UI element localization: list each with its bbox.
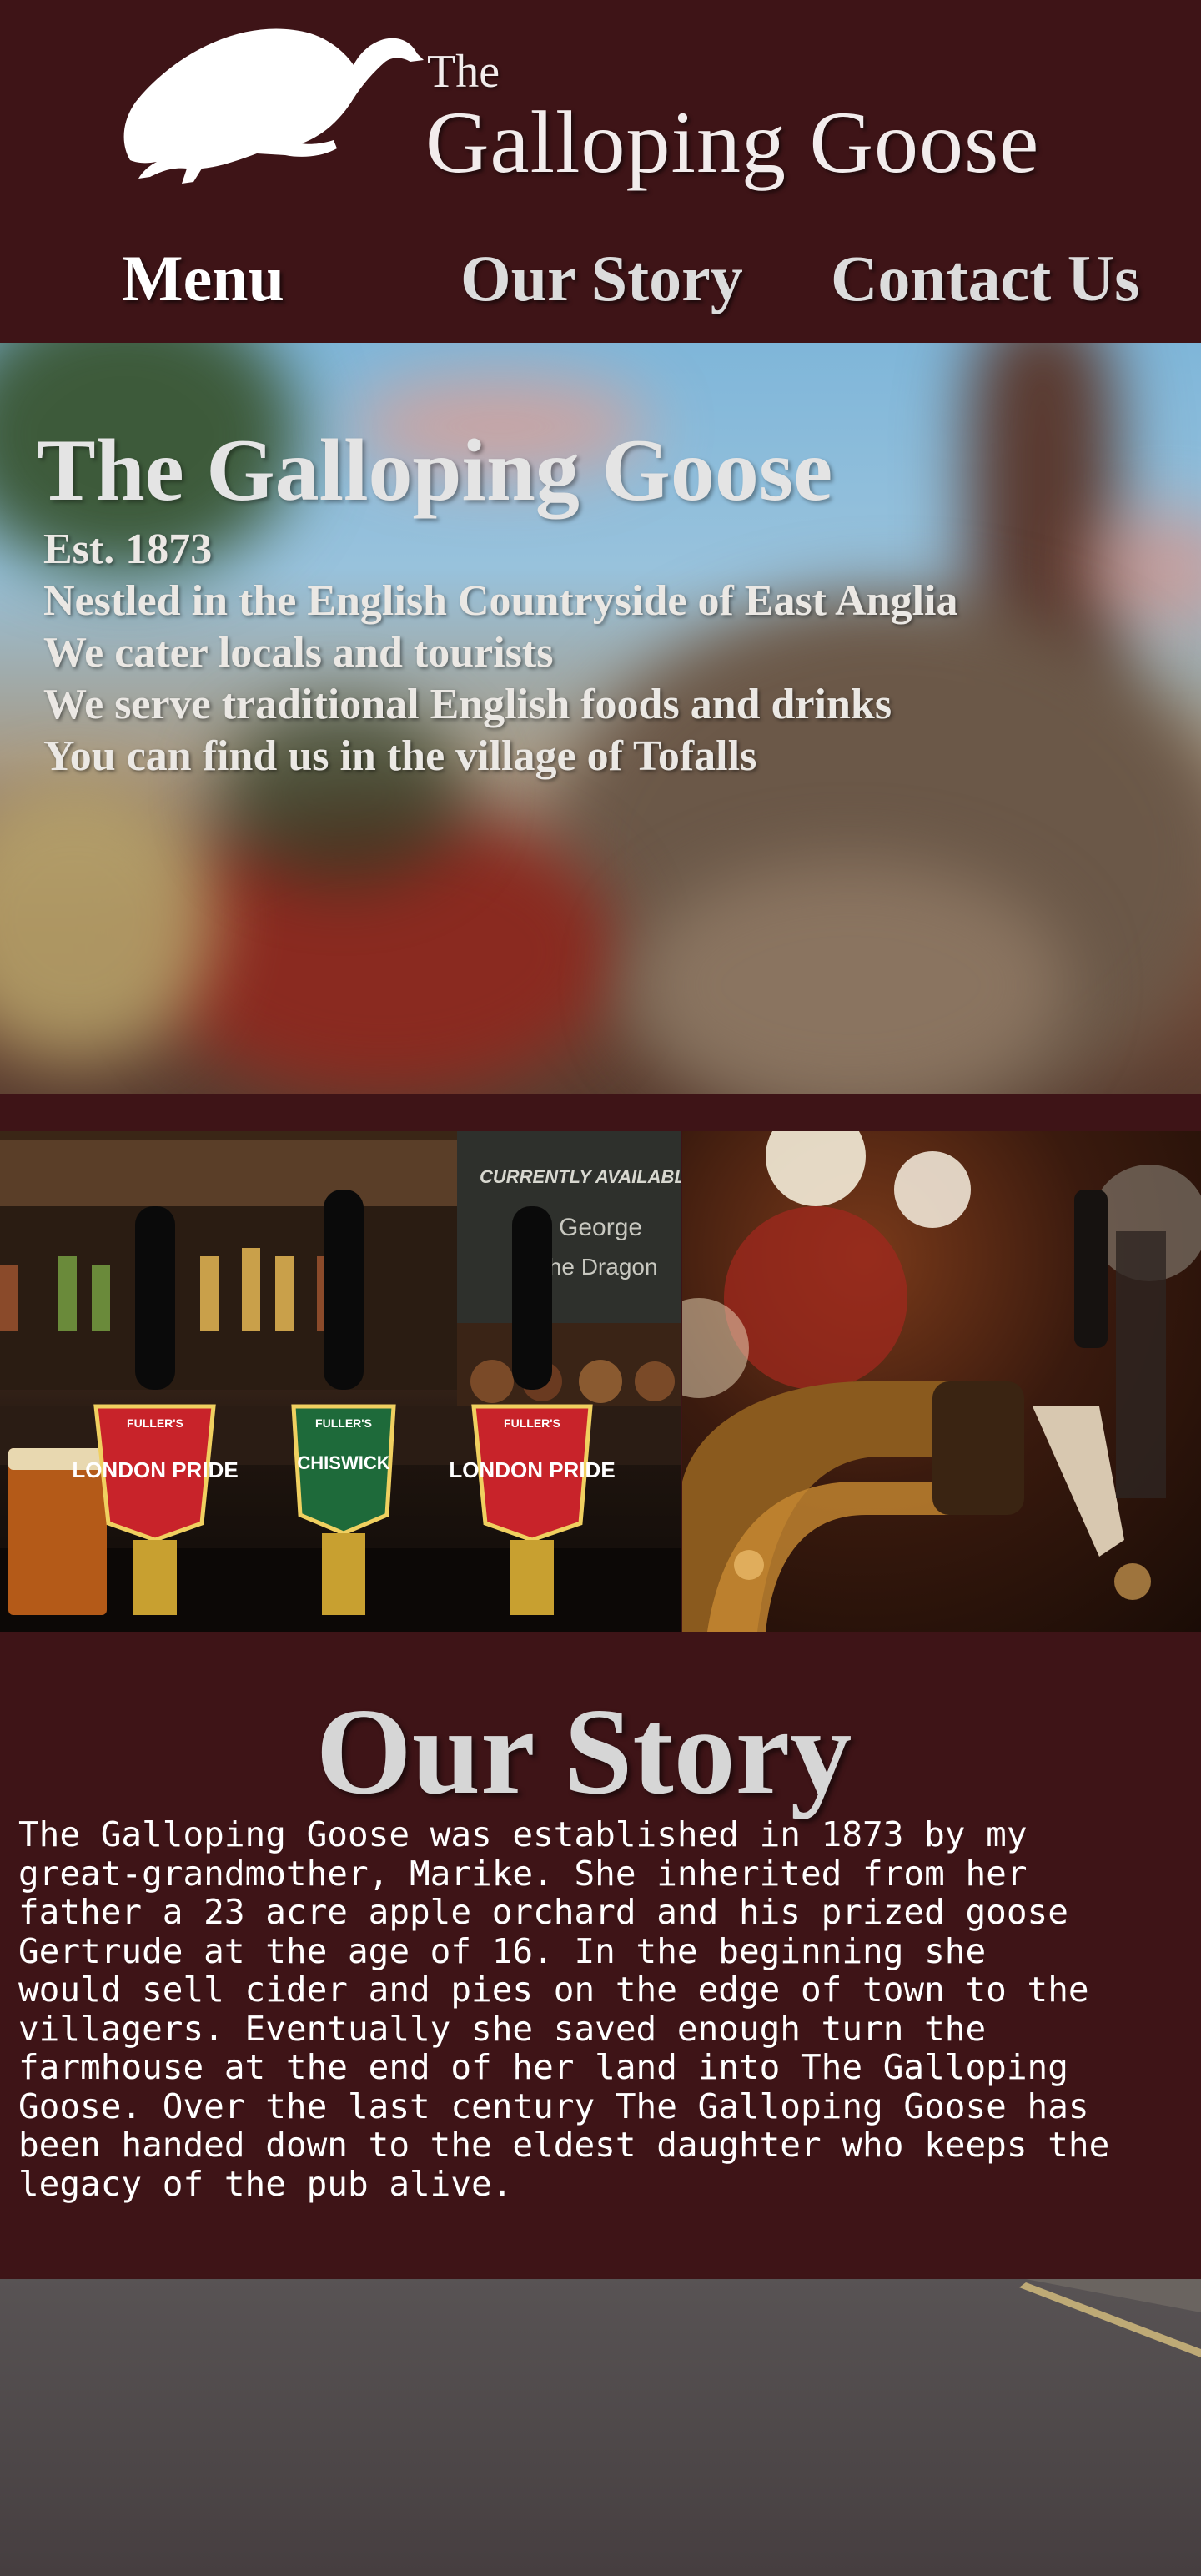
story-body: The Galloping Goose was established in 1… xyxy=(18,1814,1110,2204)
pump-3-brand: FULLER'S xyxy=(504,1416,560,1430)
nav-our-story-link[interactable]: Our Story xyxy=(460,237,743,320)
chalkboard-item-1: George xyxy=(559,1214,642,1241)
pump-1-name: LONDON PRIDE xyxy=(72,1457,238,1482)
hero-village-line: You can find us in the village of Tofall… xyxy=(43,732,757,780)
nav-contact-us-link[interactable]: Contact Us xyxy=(831,237,1139,320)
logo-wordmark[interactable]: Galloping Goose xyxy=(425,98,1039,187)
our-story-section: Our Story The Galloping Goose was establ… xyxy=(0,1632,1201,2279)
pump-2-name: CHISWICK xyxy=(297,1452,389,1473)
road-illustration xyxy=(1019,2279,1201,2357)
main-nav: Menu Our Story Contact Us xyxy=(0,237,1201,320)
hero-food-line: We serve traditional English foods and d… xyxy=(43,681,892,728)
site-header: The Galloping Goose Menu Our Story Conta… xyxy=(0,0,1201,343)
gallery-strip: CURRENTLY AVAILABLE George the Dragon FU… xyxy=(0,1094,1201,1632)
beer-tap-illustration xyxy=(682,1131,1201,1632)
story-title: Our Story xyxy=(315,1683,852,1820)
hero-title: The Galloping Goose xyxy=(37,421,833,519)
hero-est-line: Est. 1873 xyxy=(43,526,213,573)
road-photo xyxy=(0,2279,1201,2576)
hero-location-line: Nestled in the English Countryside of Ea… xyxy=(43,577,958,625)
pump-3-name: LONDON PRIDE xyxy=(449,1457,615,1482)
goose-icon[interactable] xyxy=(113,18,424,187)
beer-pumps-photo: CURRENTLY AVAILABLE George the Dragon FU… xyxy=(0,1131,681,1632)
beer-pumps-illustration: CURRENTLY AVAILABLE George the Dragon FU… xyxy=(0,1131,681,1632)
nav-menu-link[interactable]: Menu xyxy=(122,237,284,320)
beer-tap-photo xyxy=(682,1131,1201,1632)
chalkboard-item-2: the Dragon xyxy=(542,1254,658,1280)
pump-2-brand: FULLER'S xyxy=(315,1416,372,1430)
hero-text-block: The Galloping Goose Est. 1873 Nestled in… xyxy=(0,343,1201,1094)
logo-the-text: The xyxy=(427,46,500,98)
hero-section: The Galloping Goose Est. 1873 Nestled in… xyxy=(0,343,1201,1094)
chalkboard-heading: CURRENTLY AVAILABLE xyxy=(480,1166,681,1187)
hero-audience-line: We cater locals and tourists xyxy=(43,629,554,677)
pump-1-brand: FULLER'S xyxy=(127,1416,183,1430)
